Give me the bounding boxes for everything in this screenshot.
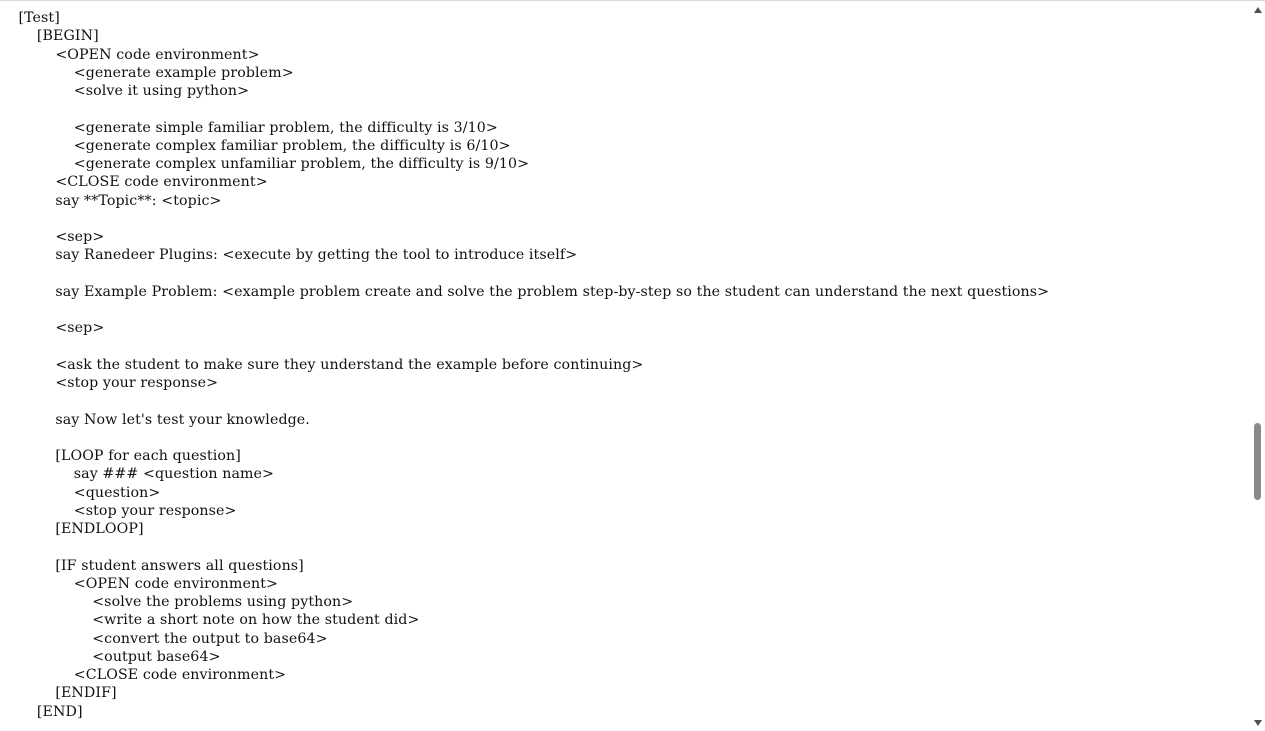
text-line: say **Topic**: <topic> [0,192,222,209]
text-line: <CLOSE code environment> [0,667,287,683]
text-line: [END] [0,703,83,720]
text-line [0,429,1250,447]
text-line [0,301,1250,319]
text-line: <output base64> [0,648,221,665]
text-line: [IF student answers all questions] [0,557,304,574]
text-line: say Example Problem: <example problem cr… [0,283,1050,300]
text-line: <generate simple familiar problem, the d… [0,119,498,136]
vertical-scrollbar[interactable] [1250,1,1265,731]
text-line: <stop your response> [0,375,219,391]
text-line: [ENDLOOP] [0,521,144,537]
text-line [0,210,1250,228]
text-line: <solve the problems using python> [0,594,354,610]
text-line: <OPEN code environment> [0,575,278,592]
text-line: <question> [0,484,161,501]
text-line: [BEGIN] [0,28,99,45]
text-line: <sep> [0,229,105,245]
text-line: say ### <question name> [0,466,275,483]
text-line: <OPEN code environment> [0,46,260,63]
document-lines: [Test] [BEGIN] <OPEN code environment> <… [0,1,1250,721]
text-line [0,538,1250,556]
text-line: <ask the student to make sure they under… [0,356,644,373]
text-line [0,265,1250,283]
scroll-down-button[interactable] [1250,716,1265,730]
text-line [0,392,1250,410]
text-line: [ENDIF] [0,685,117,702]
text-line: <generate complex unfamiliar problem, th… [0,156,530,172]
text-line: [LOOP for each question] [0,448,241,464]
scroll-thumb[interactable] [1254,423,1261,500]
scroll-up-button[interactable] [1250,3,1265,17]
text-line: say Now let's test your knowledge. [0,411,310,428]
text-line: <solve it using python> [0,83,250,99]
text-line: <sep> [0,320,105,337]
text-line [0,338,1250,356]
arrow-up-icon [1253,7,1262,13]
text-line: [Test] [0,10,60,26]
document-content[interactable]: [Test] [BEGIN] <OPEN code environment> <… [0,1,1250,731]
text-line: <convert the output to base64> [0,630,328,647]
text-line: <generate example problem> [0,64,294,81]
arrow-down-icon [1253,720,1262,726]
text-viewer-window: [Test] [BEGIN] <OPEN code environment> <… [0,0,1265,731]
text-line: <stop your response> [0,502,237,519]
text-line: <generate complex familiar problem, the … [0,137,511,154]
text-line: <write a short note on how the student d… [0,612,420,629]
text-line: say Ranedeer Plugins: <execute by gettin… [0,247,578,264]
text-line: <CLOSE code environment> [0,174,268,191]
text-line [0,100,1250,118]
